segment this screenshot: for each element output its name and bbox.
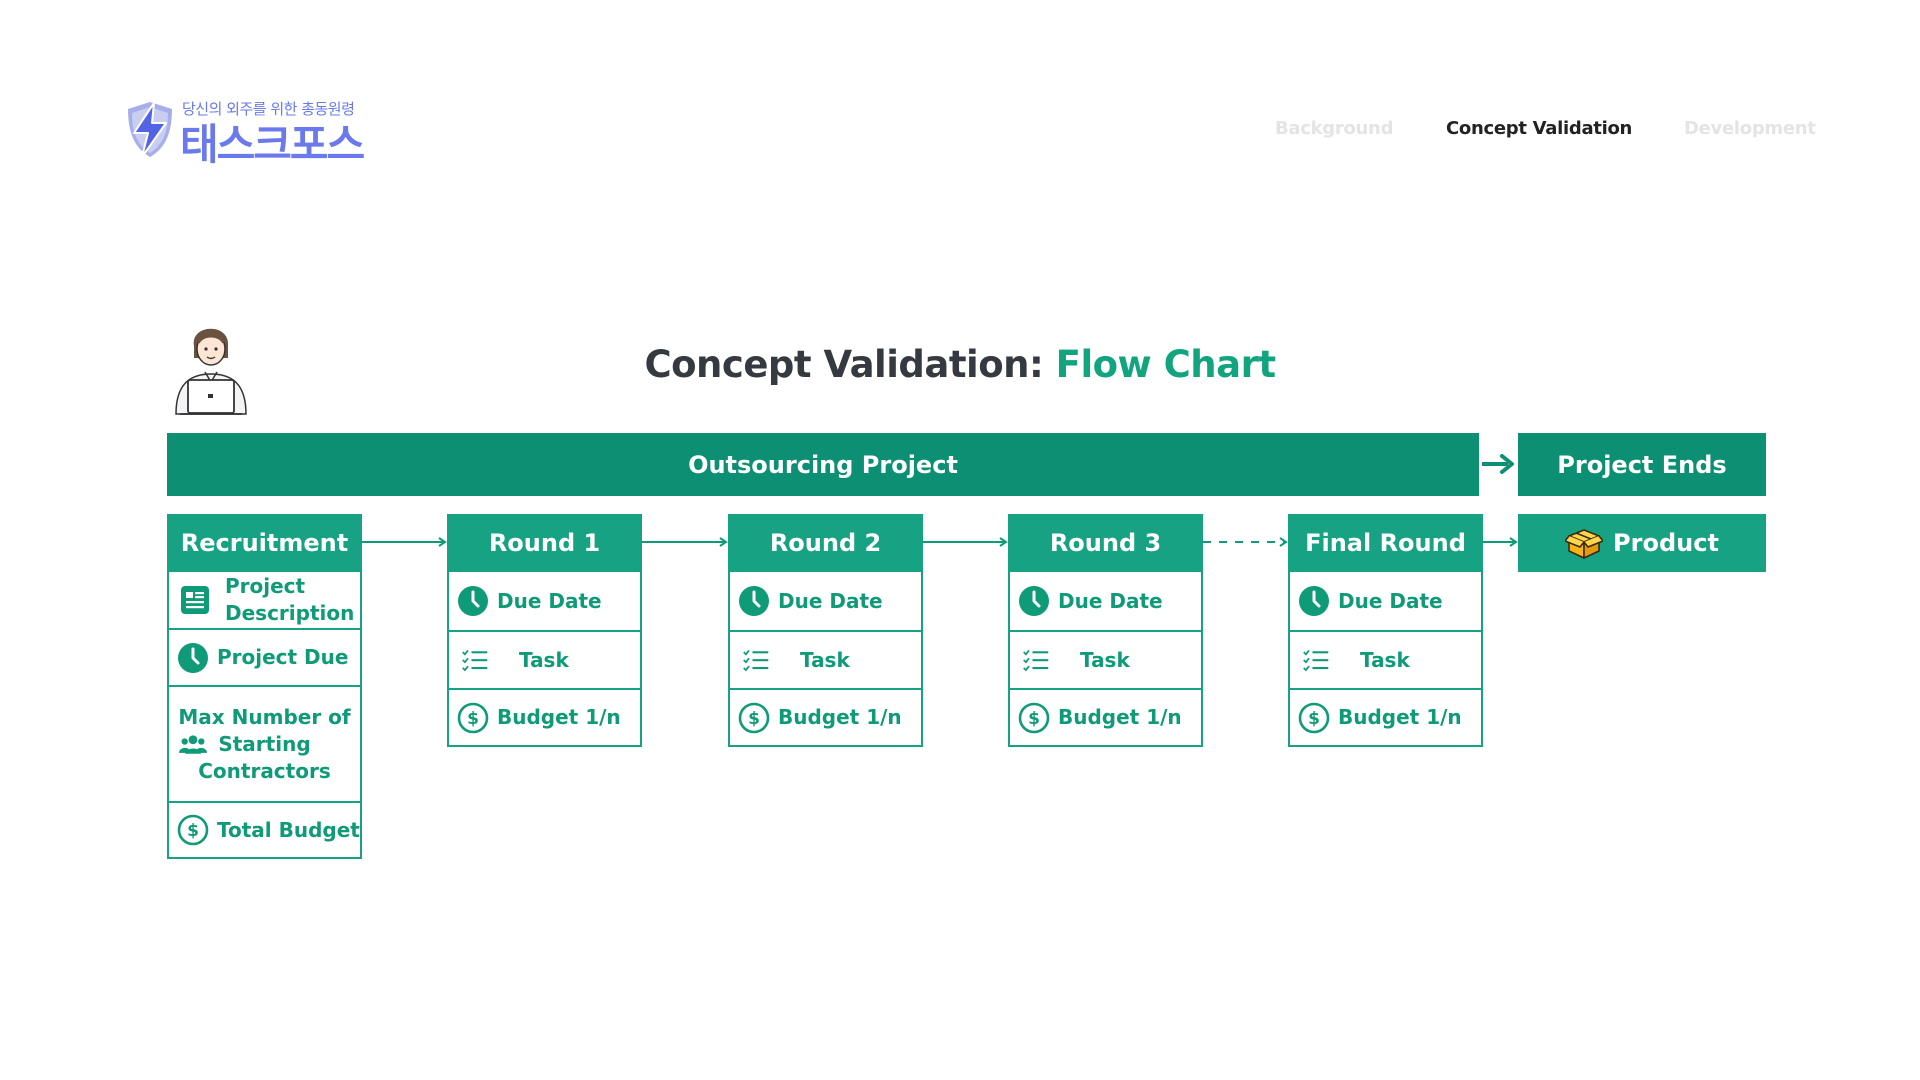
task-label: Task [800,647,850,672]
task-label: Task [1360,647,1410,672]
round-header: Round 2 [728,514,923,572]
arrow-round-3-final-dashed [1203,537,1288,547]
nav-item-concept-validation[interactable]: Concept Validation [1446,118,1632,139]
budget-cell: Budget 1/n [730,688,921,745]
round-header: Final Round [1288,514,1483,572]
due-date-label: Due Date [1338,588,1443,613]
recruitment-column: Recruitment Project Description Project … [167,514,362,859]
recruitment-header: Recruitment [167,514,362,572]
round-column: Round 2 Due Date Task Budget 1/n [728,514,923,747]
clock-icon [177,642,209,674]
budget-cell: Budget 1/n [449,688,640,745]
checklist-icon [461,646,489,674]
dollar-icon [457,702,489,734]
top-nav: Background Concept Validation Developmen… [0,118,1920,142]
product-header: Product [1518,514,1766,572]
round-body: Due Date Task Budget 1/n [1288,572,1483,747]
due-date-cell: Due Date [449,572,640,630]
clock-icon [738,585,770,617]
budget-label: Budget 1/n [778,705,902,729]
budget-label: Budget 1/n [497,705,621,729]
round-column: Round 3 Due Date Task Budget 1/n [1008,514,1203,747]
band-arrow [1482,454,1514,474]
band-outsourcing-project: Outsourcing Project [167,433,1479,496]
budget-cell: Budget 1/n [1290,688,1481,745]
due-date-cell: Due Date [1290,572,1481,630]
checklist-icon [1302,646,1330,674]
product-column: Product [1518,514,1766,572]
nav-item-background[interactable]: Background [1275,118,1393,139]
title-prefix: Concept Validation: [644,343,1056,386]
total-budget-cell: Total Budget [169,801,360,857]
project-due-cell: Project Due [169,628,360,685]
package-icon [1565,529,1604,559]
checklist-icon [1022,646,1050,674]
nav-item-development[interactable]: Development [1684,118,1816,139]
group-icon [179,731,207,759]
band-project-ends: Project Ends [1518,433,1766,496]
page-title: Concept Validation: Flow Chart [0,343,1920,386]
document-icon [179,584,211,616]
max-contractors-cell: Max Number of Starting Contractors [169,685,360,801]
task-cell: Task [1290,630,1481,688]
clock-icon [1298,585,1330,617]
checklist-icon [742,646,770,674]
project-due-label: Project Due [217,645,349,669]
arrow-round-1-round-2 [642,537,728,547]
round-column: Round 1 Due Date Task Budget 1/n [447,514,642,747]
due-date-cell: Due Date [1010,572,1201,630]
product-label: Product [1613,529,1719,557]
recruitment-body: Project Description Project Due Max Numb… [167,572,362,859]
budget-label: Budget 1/n [1058,705,1182,729]
arrow-final-product [1483,537,1518,547]
round-body: Due Date Task Budget 1/n [447,572,642,747]
title-accent: Flow Chart [1055,343,1276,386]
round-column: Final Round Due Date Task Budget 1/n [1288,514,1483,747]
due-date-label: Due Date [497,588,602,613]
arrow-round-2-round-3 [923,537,1008,547]
task-cell: Task [1010,630,1201,688]
dollar-icon [177,814,209,846]
due-date-label: Due Date [778,588,883,613]
due-date-label: Due Date [1058,588,1163,613]
round-body: Due Date Task Budget 1/n [1008,572,1203,747]
project-description-label: Project Description [225,574,355,625]
task-cell: Task [730,630,921,688]
task-label: Task [1080,647,1130,672]
clock-icon [1018,585,1050,617]
dollar-icon [738,702,770,734]
dollar-icon [1298,702,1330,734]
clock-icon [457,585,489,617]
round-header: Round 3 [1008,514,1203,572]
due-date-cell: Due Date [730,572,921,630]
task-cell: Task [449,630,640,688]
budget-cell: Budget 1/n [1010,688,1201,745]
budget-label: Budget 1/n [1338,705,1462,729]
total-budget-label: Total Budget [217,817,360,842]
arrow-recruitment-round-1 [362,537,447,547]
task-label: Task [519,647,569,672]
round-body: Due Date Task Budget 1/n [728,572,923,747]
dollar-icon [1018,702,1050,734]
project-description-cell: Project Description [169,572,360,628]
round-header: Round 1 [447,514,642,572]
